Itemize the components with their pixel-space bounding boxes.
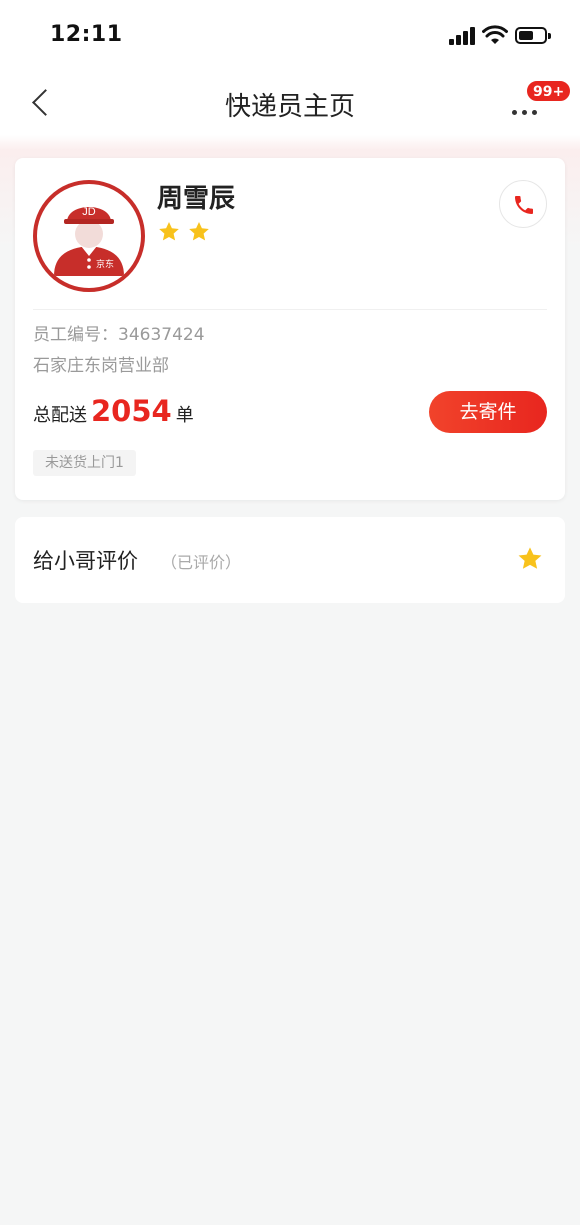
feedback-tag: 未送货上门1 (33, 450, 136, 476)
total-number: 2054 (91, 394, 172, 428)
svg-text:京东: 京东 (96, 258, 114, 270)
page-title: 快递员主页 (224, 92, 355, 122)
signal-icon (449, 27, 477, 45)
station-name: 石家庄东岗营业部 (33, 356, 169, 376)
star-icon (518, 547, 542, 569)
phone-icon (515, 196, 533, 214)
nav-bar: 快递员主页 (0, 70, 580, 135)
total-deliveries: 总配送 2054 单 (33, 394, 194, 428)
courier-name: 周雪辰 (157, 184, 236, 214)
total-suffix: 单 (175, 405, 194, 426)
total-prefix: 总配送 (33, 405, 87, 426)
star-icon (159, 222, 179, 241)
courier-rating-stars (157, 220, 217, 248)
svg-text:JD: JD (82, 206, 96, 218)
battery-icon (515, 27, 551, 44)
notification-badge: 99+ (526, 80, 572, 102)
status-time: 12:11 (50, 22, 123, 47)
call-button[interactable] (499, 180, 547, 228)
star-icon (189, 222, 209, 241)
courier-card: JD 京东 周雪辰 员工编号：34637424 石家庄东岗营业部 总配送 205… (15, 158, 565, 500)
employee-id: 员工编号：34637424 (33, 325, 205, 345)
rate-courier-row[interactable]: 给小哥评价 （已评价） (15, 517, 565, 603)
divider (33, 309, 547, 310)
more-icon (512, 100, 542, 119)
status-bar: 12:11 (0, 0, 580, 70)
rating-status: （已评价） (161, 553, 242, 572)
courier-avatar: JD 京东 (33, 180, 145, 292)
rating-title: 给小哥评价 (33, 549, 138, 573)
send-package-button[interactable]: 去寄件 (429, 391, 547, 433)
wifi-icon (482, 25, 508, 44)
